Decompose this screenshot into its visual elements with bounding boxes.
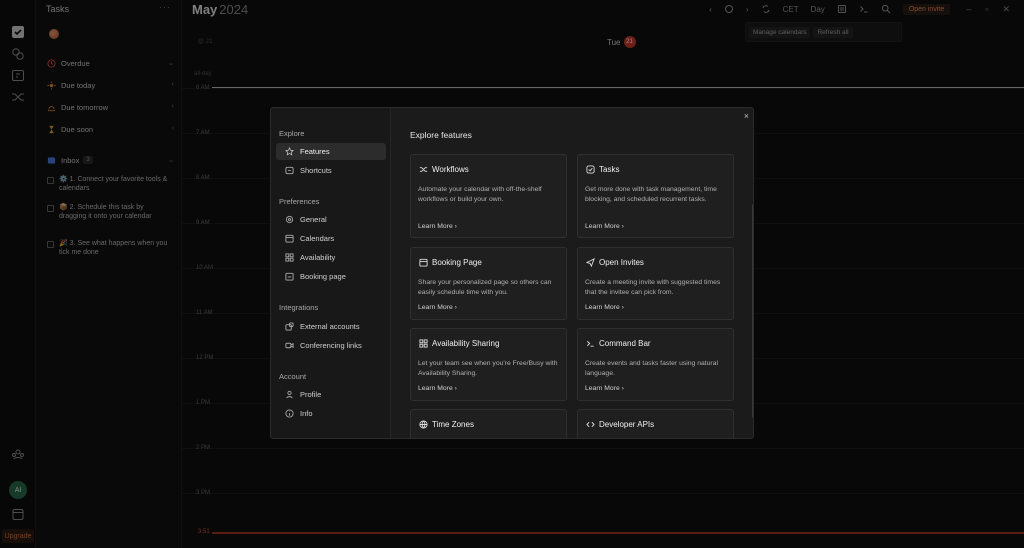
card-title: Open Invites <box>599 257 644 267</box>
nav-label: General <box>300 215 327 224</box>
feature-card-open-invites[interactable]: Open Invites Create a meeting invite wit… <box>577 247 734 320</box>
globe-icon <box>418 419 428 429</box>
app-window: AI Upgrade Tasks ··· Overdue ⌄ Due today… <box>0 0 1024 548</box>
nav-profile[interactable]: Profile <box>276 386 386 403</box>
nav-label: Info <box>300 409 313 418</box>
learn-more-link[interactable]: Learn More › <box>585 385 624 392</box>
feature-card-booking-page[interactable]: Booking Page Share your personalized pag… <box>410 247 567 320</box>
panel-title: Explore features <box>410 130 472 140</box>
card-title: Command Bar <box>599 338 651 348</box>
settings-sidebar: Explore Features Shortcuts Preferences G… <box>271 108 391 438</box>
nav-label: Calendars <box>300 234 335 243</box>
booking-icon <box>284 272 294 282</box>
nav-external-accounts[interactable]: External accounts <box>276 318 386 335</box>
code-icon <box>585 419 595 429</box>
keyboard-icon <box>284 166 294 176</box>
learn-more-link[interactable]: Learn More › <box>418 223 457 230</box>
card-description: Let your team see when you're Free/Busy … <box>418 360 558 377</box>
section-title-account: Account <box>279 372 307 381</box>
nav-features[interactable]: Features <box>276 143 386 160</box>
nav-info[interactable]: Info <box>276 405 386 422</box>
scrollbar[interactable] <box>752 204 753 418</box>
card-description: Share your personalized page so others c… <box>418 279 552 296</box>
learn-more-link[interactable]: Learn More › <box>418 304 457 311</box>
card-description: Create events and tasks faster using nat… <box>585 360 718 377</box>
nav-label: External accounts <box>300 322 360 331</box>
video-icon <box>284 341 294 351</box>
gear-icon <box>284 215 294 225</box>
send-icon <box>585 257 595 267</box>
nav-calendars[interactable]: Calendars <box>276 230 386 247</box>
nav-label: Shortcuts <box>300 166 332 175</box>
card-title: Developer APIs <box>599 419 655 429</box>
section-title-integrations: Integrations <box>279 303 319 312</box>
card-title: Time Zones <box>432 419 474 429</box>
learn-more-link[interactable]: Learn More › <box>585 223 624 230</box>
nav-availability[interactable]: Availability <box>276 249 386 266</box>
nav-label: Features <box>300 147 330 156</box>
explore-features-panel: × Explore features Workflows Automate yo… <box>391 108 753 438</box>
section-title-explore: Explore <box>279 129 305 138</box>
nav-general[interactable]: General <box>276 211 386 228</box>
close-icon[interactable]: × <box>744 111 749 121</box>
calendar-icon <box>284 234 294 244</box>
user-icon <box>284 390 294 400</box>
card-description: Get more done with task management, time… <box>585 186 717 203</box>
feature-card-time-zones[interactable]: Time Zones <box>410 409 567 438</box>
feature-card-availability-sharing[interactable]: Availability Sharing Let your team see w… <box>410 328 567 401</box>
check-square-icon <box>585 164 595 174</box>
nav-booking-page[interactable]: Booking page <box>276 268 386 285</box>
grid-icon <box>418 338 428 348</box>
feature-card-developer-apis[interactable]: Developer APIs <box>577 409 734 438</box>
grid-icon <box>284 253 294 263</box>
card-description: Create a meeting invite with suggested t… <box>585 279 721 296</box>
feature-card-command-bar[interactable]: Command Bar Create events and tasks fast… <box>577 328 734 401</box>
learn-more-link[interactable]: Learn More › <box>585 304 624 311</box>
info-icon <box>284 409 294 419</box>
settings-modal: Explore Features Shortcuts Preferences G… <box>270 107 754 439</box>
card-title: Booking Page <box>432 257 482 267</box>
card-title: Availability Sharing <box>432 338 500 348</box>
learn-more-link[interactable]: Learn More › <box>418 385 457 392</box>
card-title: Workflows <box>432 164 469 174</box>
feature-card-tasks[interactable]: Tasks Get more done with task management… <box>577 154 734 238</box>
nav-label: Availability <box>300 253 336 262</box>
terminal-icon <box>585 338 595 348</box>
nav-label: Booking page <box>300 272 346 281</box>
nav-shortcuts[interactable]: Shortcuts <box>276 162 386 179</box>
feature-card-workflows[interactable]: Workflows Automate your calendar with of… <box>410 154 567 238</box>
nav-label: Conferencing links <box>300 341 362 350</box>
star-icon <box>284 147 294 157</box>
card-title: Tasks <box>599 164 620 174</box>
shuffle-icon <box>418 164 428 174</box>
puzzle-icon <box>284 322 294 332</box>
card-description: Automate your calendar with off-the-shel… <box>418 186 542 203</box>
nav-label: Profile <box>300 390 322 399</box>
nav-conferencing-links[interactable]: Conferencing links <box>276 337 386 354</box>
section-title-preferences: Preferences <box>279 197 320 206</box>
calendar-icon <box>418 257 428 267</box>
